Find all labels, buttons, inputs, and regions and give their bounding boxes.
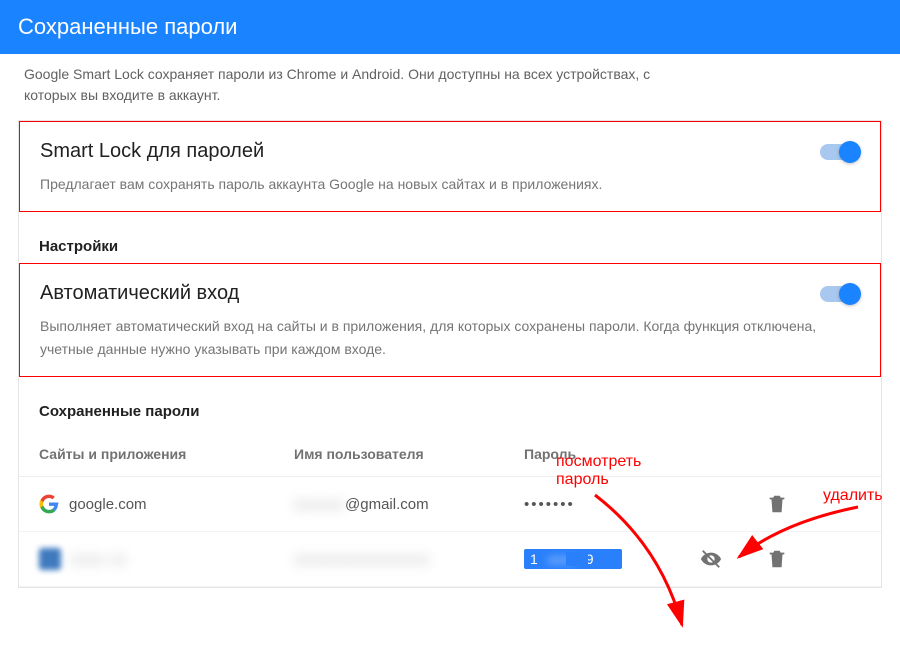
autologin-title: Автоматический вход xyxy=(40,282,860,305)
smartlock-title: Smart Lock для паролей xyxy=(40,140,860,163)
smartlock-toggle[interactable] xyxy=(820,144,858,160)
col-header-actions xyxy=(684,446,861,462)
settings-section-label: Настройки xyxy=(19,212,881,263)
password-table-header: Сайты и приложения Имя пользователя Паро… xyxy=(19,428,881,477)
cell-user: xxxxxxxxxxxxxxxx xyxy=(294,551,524,568)
settings-panel: Smart Lock для паролей Предлагает вам со… xyxy=(18,120,882,588)
smartlock-card: Smart Lock для паролей Предлагает вам со… xyxy=(19,121,881,212)
user-blurred: xxxxxxxxxxxxxxxx xyxy=(294,551,430,568)
table-row[interactable]: xxxx xx xxxxxxxxxxxxxxxx 1xxxx9 xyxy=(19,532,881,587)
page-title: Сохраненные пароли xyxy=(18,14,237,39)
col-header-pass: Пароль xyxy=(524,446,684,462)
password-masked: ••••••• xyxy=(524,496,575,513)
intro-line-1: Google Smart Lock сохраняет пароли из Ch… xyxy=(24,64,876,85)
cell-actions xyxy=(684,493,861,515)
trash-icon[interactable] xyxy=(766,493,788,515)
eye-off-icon[interactable] xyxy=(700,548,722,570)
cell-site: xxxx xx xyxy=(39,548,294,570)
page-header: Сохраненные пароли xyxy=(0,0,900,54)
trash-icon[interactable] xyxy=(766,548,788,570)
cell-user: xxxxxx@gmail.com xyxy=(294,496,524,513)
table-row[interactable]: google.com xxxxxx@gmail.com ••••••• xyxy=(19,477,881,532)
favicon-blurred xyxy=(39,548,61,570)
cell-pass: 1xxxx9 xyxy=(524,549,684,569)
site-name: google.com xyxy=(69,496,147,513)
site-name-blurred: xxxx xx xyxy=(71,551,127,568)
user-visible: @gmail.com xyxy=(345,496,429,513)
user-blurred: xxxxxx xyxy=(294,496,345,513)
cell-site: google.com xyxy=(39,494,294,514)
autologin-desc: Выполняет автоматический вход на сайты и… xyxy=(40,315,860,360)
autologin-card: Автоматический вход Выполняет автоматиче… xyxy=(19,263,881,377)
cell-actions xyxy=(684,548,861,570)
intro-text: Google Smart Lock сохраняет пароли из Ch… xyxy=(0,54,900,120)
col-header-site: Сайты и приложения xyxy=(39,446,294,462)
col-header-user: Имя пользователя xyxy=(294,446,524,462)
saved-passwords-label: Сохраненные пароли xyxy=(19,377,881,428)
password-revealed: 1xxxx9 xyxy=(524,549,622,569)
intro-line-2: которых вы входите в аккаунт. xyxy=(24,85,876,106)
cell-pass: ••••••• xyxy=(524,496,684,513)
autologin-toggle[interactable] xyxy=(820,286,858,302)
smartlock-desc: Предлагает вам сохранять пароль аккаунта… xyxy=(40,173,860,195)
toggle-knob xyxy=(839,141,861,163)
google-favicon xyxy=(39,494,59,514)
